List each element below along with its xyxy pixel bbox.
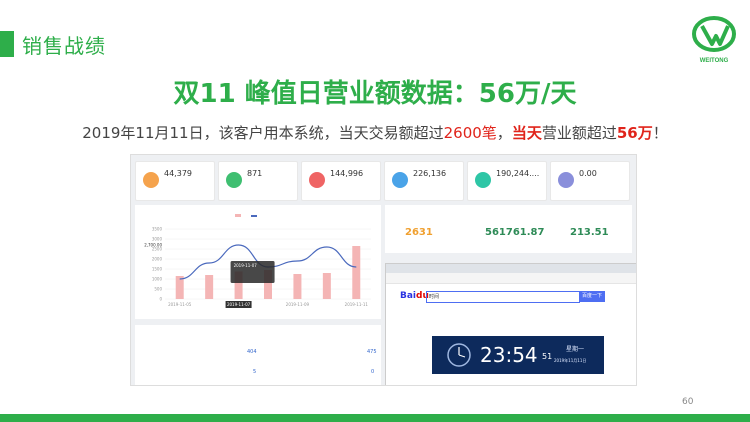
section-title: 销售战绩 bbox=[22, 34, 106, 58]
x-tick-label: 2019-11-07 bbox=[227, 302, 251, 307]
bag-icon bbox=[392, 172, 408, 188]
bar bbox=[205, 275, 214, 299]
search-input[interactable]: 时间 bbox=[426, 291, 580, 303]
clock-weekday: 星期一 bbox=[566, 346, 585, 353]
clock-seconds: 51 bbox=[542, 352, 553, 361]
stat-value: 190,244.... bbox=[496, 169, 540, 178]
clock-date: 2019年11月11日 bbox=[554, 358, 587, 363]
stat-card: 144,996 bbox=[301, 161, 381, 201]
stat-value: 144,996 bbox=[330, 169, 364, 178]
logo-text: WEITONG bbox=[700, 58, 729, 64]
stat-value-4: 0 bbox=[371, 369, 375, 375]
stat-card: 44,379 bbox=[135, 161, 215, 201]
stat-value-3: 5 bbox=[253, 369, 257, 375]
page-number: 60 bbox=[682, 397, 694, 407]
stat-card: 226,136 bbox=[384, 161, 464, 201]
company-logo: WEITONG bbox=[692, 16, 736, 64]
y-tick-label: 3000 bbox=[152, 237, 163, 242]
user-icon bbox=[143, 172, 159, 188]
bar-line-chart: 35003000250020001500100050002,700.002019… bbox=[144, 227, 371, 308]
tab-strip bbox=[386, 264, 636, 273]
bar bbox=[352, 246, 361, 299]
shield-icon bbox=[558, 172, 574, 188]
order-icon bbox=[309, 172, 325, 188]
stat-value: 871 bbox=[247, 169, 263, 178]
money-icon bbox=[475, 172, 491, 188]
main-title: 双11 峰值日营业额数据：56万/天 bbox=[173, 79, 577, 109]
stat-card: 190,244.... bbox=[467, 161, 547, 201]
stat-value: 0.00 bbox=[579, 169, 597, 178]
y-tick-label: 2000 bbox=[152, 257, 163, 262]
x-tick-label: 2019-11-05 bbox=[168, 302, 192, 307]
stat-card: 871 bbox=[218, 161, 298, 201]
clock-face-icon bbox=[447, 343, 471, 367]
browser-window: Baidu 时间 百度一下 23:54 51 星期一 2019年11月11日 bbox=[385, 263, 636, 385]
bar bbox=[322, 273, 331, 299]
avg-amount: 213.51 bbox=[570, 227, 609, 238]
bar bbox=[293, 274, 302, 299]
y-tick-label: 1500 bbox=[152, 267, 163, 272]
clock-time: 23:54 bbox=[480, 343, 538, 367]
x-tick-label: 2019-11-09 bbox=[286, 302, 310, 307]
subtitle: 2019年11月11日，该客户用本系统，当天交易额超过2600笔，当天营业额超过… bbox=[82, 124, 668, 142]
footer-bar bbox=[0, 414, 750, 422]
order-count: 2631 bbox=[405, 227, 433, 238]
stat-value: 226,136 bbox=[413, 169, 447, 178]
member-icon bbox=[226, 172, 242, 188]
x-tick-label: 2019-11-11 bbox=[345, 302, 369, 307]
header-accent-bar bbox=[0, 31, 14, 57]
clock-widget: 23:54 51 星期一 2019年11月11日 bbox=[432, 336, 604, 374]
stat-value: 44,379 bbox=[164, 169, 192, 178]
stat-card: 0.00 bbox=[550, 161, 630, 201]
y-tick-label: 1000 bbox=[152, 277, 163, 282]
y-tick-label: 500 bbox=[154, 287, 162, 292]
baidu-logo: Baidu bbox=[400, 291, 429, 301]
y-tick-label: 3500 bbox=[152, 227, 163, 232]
search-button[interactable]: 百度一下 bbox=[579, 291, 605, 302]
sales-chart-panel: 3500 3000 2500 2000 1500 1000 500 0 2,700.00 2019… bbox=[135, 205, 381, 319]
turnover-amount: 561761.87 bbox=[485, 227, 545, 238]
highlight-value-label: 2,700.00 bbox=[144, 243, 162, 248]
bookmarks-bar bbox=[386, 273, 636, 284]
y-tick-label: 0 bbox=[159, 297, 162, 302]
stat-value-1: 404 bbox=[247, 349, 257, 355]
member-stats-panel: 404 475 5 0 bbox=[135, 325, 381, 385]
stat-value-2: 475 bbox=[367, 349, 377, 355]
tooltip-date: 2019-11-07 bbox=[234, 263, 258, 268]
dashboard-screenshot: 44,379 871 144,996 226,136 190,244.... 0.00 3… bbox=[130, 154, 637, 386]
sales-summary-panel: 2631 561761.87 213.51 bbox=[385, 205, 632, 253]
